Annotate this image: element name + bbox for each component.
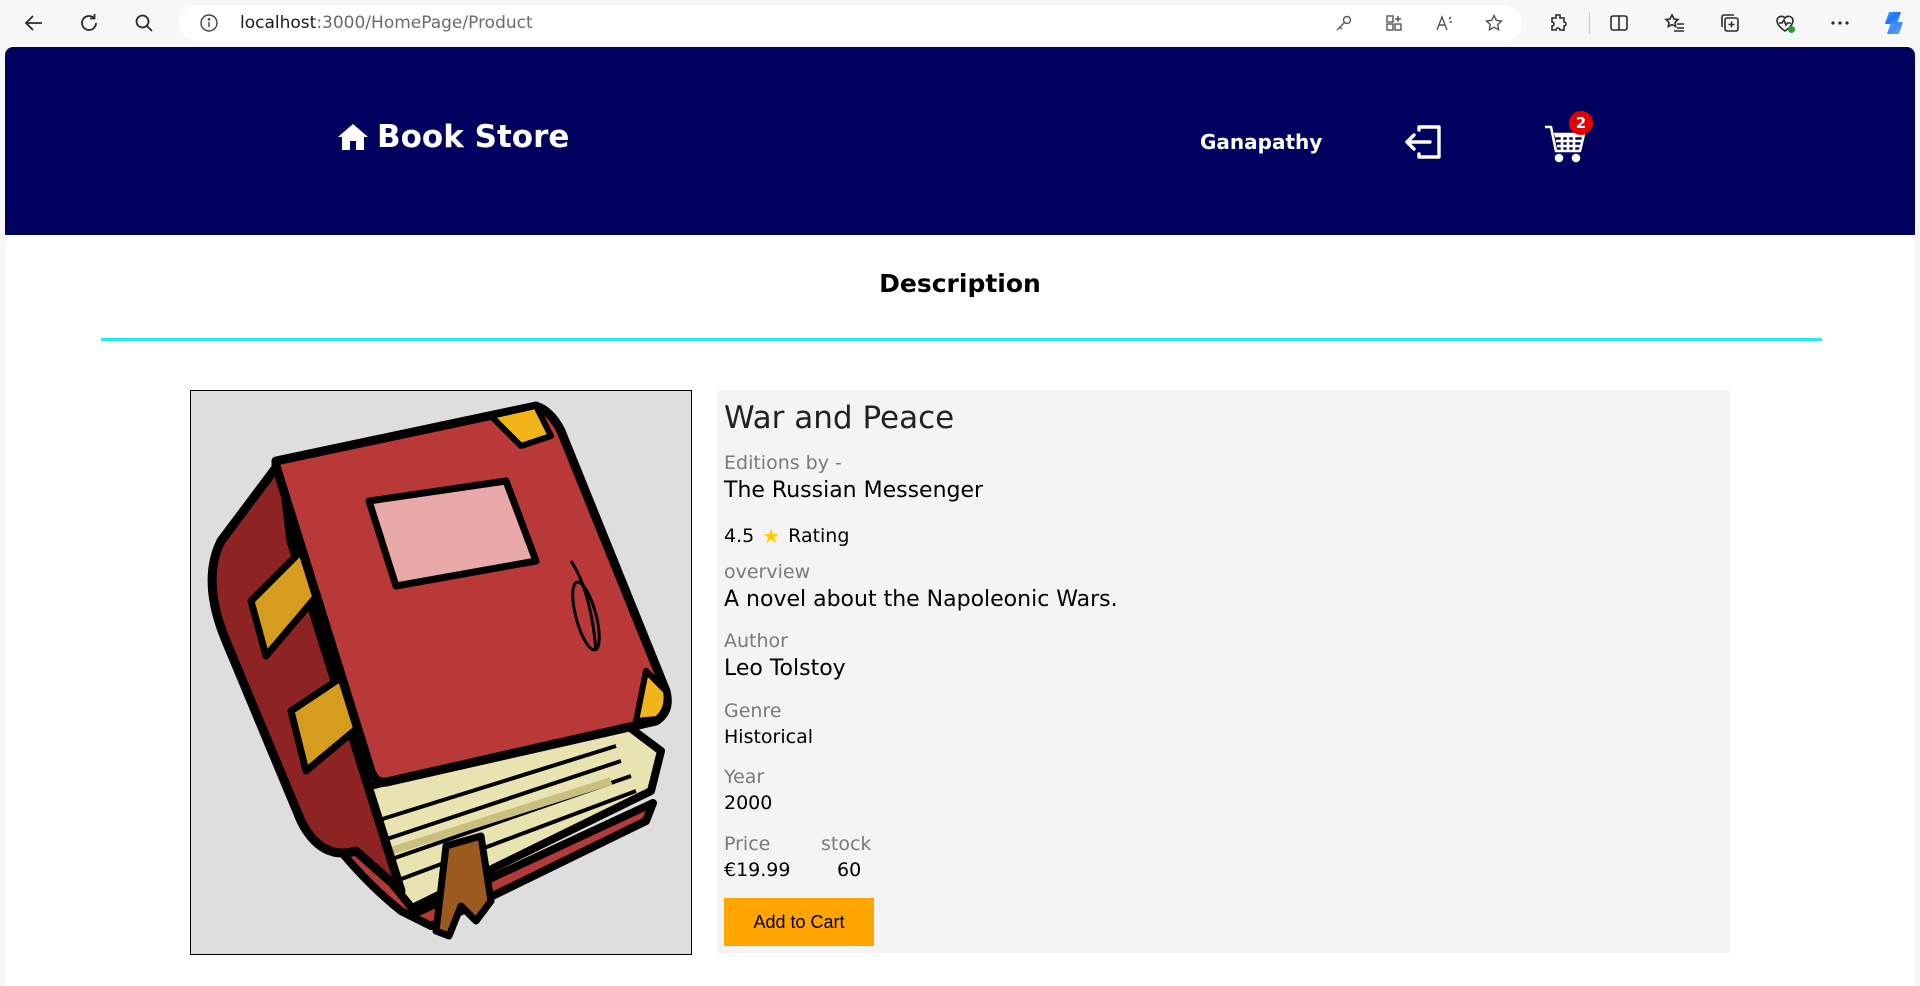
back-arrow-icon[interactable] (22, 11, 46, 35)
rating-label: Rating (788, 525, 850, 547)
author-label: Author (724, 630, 788, 652)
price-label: Price (724, 833, 771, 855)
genre-value: Historical (724, 726, 813, 748)
publisher-value: The Russian Messenger (724, 478, 984, 503)
refresh-icon[interactable] (77, 11, 101, 35)
logout-icon[interactable] (1403, 122, 1445, 162)
search-icon[interactable] (132, 11, 156, 35)
genre-label: Genre (724, 700, 782, 722)
star-icon: ★ (762, 524, 781, 548)
year-label: Year (724, 766, 765, 788)
read-aloud-icon[interactable] (1434, 13, 1454, 33)
favorites-icon[interactable] (1663, 11, 1687, 35)
rating-value: 4.5 (724, 525, 755, 547)
browser-toolbar: localhost:3000/HomePage/Product (0, 0, 1920, 46)
app-available-icon[interactable] (1384, 13, 1404, 33)
book-title: War and Peace (724, 400, 955, 436)
address-bar[interactable]: localhost:3000/HomePage/Product (179, 5, 1522, 41)
brand-link[interactable]: Book Store (337, 119, 569, 155)
book-illustration (207, 401, 672, 940)
stock-value: 60 (837, 859, 862, 881)
extensions-icon[interactable] (1547, 11, 1571, 35)
editions-label: Editions by - (724, 452, 842, 474)
url-text[interactable]: localhost:3000/HomePage/Product (240, 5, 533, 41)
site-info-icon[interactable] (199, 13, 219, 33)
username-label: Ganapathy (1200, 130, 1323, 154)
home-icon (338, 124, 368, 150)
split-screen-icon[interactable] (1607, 11, 1631, 35)
year-value: 2000 (724, 792, 773, 814)
collections-icon[interactable] (1718, 11, 1742, 35)
overview-label: overview (724, 561, 811, 583)
rating-row: 4.5 ★ Rating (724, 524, 849, 548)
add-to-cart-button[interactable]: Add to Cart (724, 898, 874, 946)
author-value: Leo Tolstoy (724, 656, 846, 681)
more-options-icon[interactable] (1828, 11, 1852, 35)
section-divider (101, 338, 1822, 341)
section-title: Description (879, 269, 1041, 298)
brand-title: Book Store (377, 119, 570, 155)
book-cover-image (190, 390, 692, 955)
web-page: Book Store Ganapathy 2 Description War a… (5, 47, 1915, 986)
toolbar-separator (1589, 12, 1590, 34)
book-details-panel: War and Peace Editions by - The Russian … (717, 390, 1730, 953)
key-icon[interactable] (1334, 13, 1354, 33)
browser-essentials-icon[interactable] (1773, 11, 1797, 35)
stock-label: stock (821, 833, 872, 855)
copilot-icon[interactable] (1880, 9, 1908, 37)
navbar: Book Store Ganapathy 2 (5, 47, 1915, 235)
price-value: €19.99 (724, 859, 791, 881)
cart-count-badge: 2 (1569, 111, 1593, 135)
overview-value: A novel about the Napoleonic Wars. (724, 587, 1118, 612)
favorite-star-icon[interactable] (1484, 13, 1504, 33)
